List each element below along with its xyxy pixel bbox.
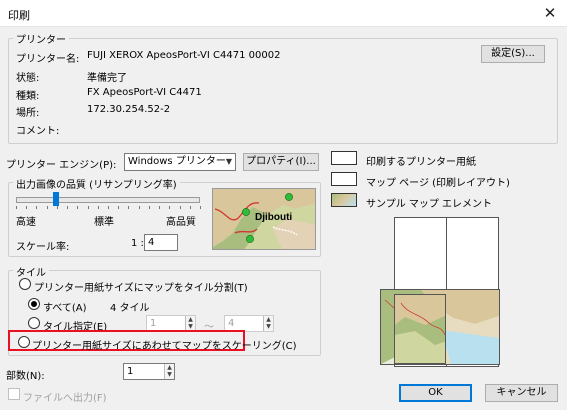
printer-name-value: FUJI XEROX ApeosPort-VI C4471 00002 (87, 50, 281, 61)
map-preview-image: Djibouti (213, 189, 315, 249)
window-title: 印刷 (8, 9, 30, 22)
close-icon[interactable]: ✕ (541, 3, 559, 23)
slider-tick (46, 206, 48, 209)
type-label: 種類: (16, 91, 40, 102)
range-to-spinner: ▲ ▼ (263, 316, 273, 331)
printer-settings-button[interactable]: 設定(S)... (481, 45, 545, 63)
cancel-button[interactable]: キャンセル (485, 384, 558, 402)
title-bar: 印刷 ✕ (0, 0, 567, 27)
tile-group-label: タイル (13, 264, 49, 279)
map-preview: Djibouti (212, 188, 316, 250)
scale-to-paper-label[interactable]: プリンター用紙サイズにあわせてマップをスケーリング(C) (32, 337, 297, 352)
paper-preview-sheet-1 (394, 217, 447, 291)
slider-tick (189, 206, 191, 209)
slider-tick (108, 206, 109, 209)
slider-tick (128, 206, 130, 209)
location-label: 場所: (16, 108, 40, 119)
quality-low-label: 高速 (16, 217, 36, 228)
tile-range-to-value: 4 (228, 318, 235, 329)
tile-map-label[interactable]: プリンター用紙サイズにマップをタイル分割(T) (34, 279, 248, 294)
scale-input[interactable]: 4 (144, 234, 178, 251)
slider-tick (36, 206, 38, 209)
slider-tick (179, 206, 181, 209)
quality-group-label: 出力画像の品質 (リサンプリング率) (13, 176, 180, 191)
slider-tick (169, 206, 171, 209)
print-to-file-checkbox[interactable] (8, 388, 20, 400)
tile-range-radio[interactable] (28, 317, 40, 329)
copies-input[interactable]: 1 ▲ ▼ (123, 363, 175, 380)
printer-engine-value: Windows プリンター (128, 156, 226, 167)
quality-slider-track[interactable] (16, 197, 200, 203)
tile-all-count: 4 タイル (110, 303, 150, 314)
copies-value: 1 (127, 366, 134, 377)
slider-tick (26, 206, 28, 209)
sample-map-overlap (394, 294, 446, 364)
ok-button[interactable]: OK (399, 384, 472, 402)
tile-all-label[interactable]: すべて(A) (43, 299, 87, 314)
sample-map-swatch (331, 193, 357, 207)
type-value: FX ApeosPort-VI C4471 (87, 87, 202, 98)
slider-tick (87, 206, 89, 209)
tile-range-from-value: 1 (150, 318, 157, 329)
scale-to-paper-radio[interactable] (18, 336, 30, 348)
scale-label: スケール率: (16, 242, 70, 253)
printer-paper-legend: 印刷するプリンター用紙 (366, 157, 476, 168)
slider-tick (138, 206, 140, 209)
range-from-spinner: ▲ ▼ (185, 316, 195, 331)
scale-prefix: 1 : (131, 238, 144, 249)
quality-mid-label: 標準 (94, 217, 114, 228)
slider-tick (77, 206, 79, 209)
status-label: 状態: (16, 73, 40, 84)
sample-map-detail (395, 295, 445, 363)
quality-high-label: 高品質 (166, 217, 196, 228)
slider-tick (118, 206, 120, 209)
printer-engine-select[interactable]: Windows プリンター ▼ (124, 153, 236, 171)
printer-paper-swatch (331, 151, 357, 165)
properties-button[interactable]: プロパティ(I)... (243, 153, 319, 171)
slider-tick (67, 206, 69, 209)
map-preview-label: Djibouti (255, 212, 292, 223)
slider-tick (200, 206, 201, 209)
slider-tick (97, 206, 99, 209)
printer-group-label: プリンター (13, 31, 69, 46)
slider-tick (56, 206, 58, 209)
paper-preview-sheet-2 (446, 217, 499, 291)
printer-name-label: プリンター名: (16, 54, 80, 65)
copies-spinner[interactable]: ▲ ▼ (164, 364, 174, 379)
status-value: 準備完了 (87, 73, 127, 84)
quality-slider-thumb[interactable] (53, 192, 60, 206)
comment-label: コメント: (16, 126, 60, 137)
tile-map-radio[interactable] (19, 278, 31, 290)
quality-slider-ticks (16, 206, 201, 210)
sample-map-legend: サンプル マップ エレメント (366, 199, 493, 210)
print-to-file-label[interactable]: ファイルへ出力(F) (23, 389, 107, 404)
map-page-swatch (331, 172, 357, 186)
map-page-legend: マップ ページ (印刷レイアウト) (366, 178, 510, 189)
copies-label: 部数(N): (6, 371, 45, 382)
printer-engine-label: プリンター エンジン(P): (6, 160, 117, 171)
slider-tick (148, 206, 150, 209)
tile-all-radio[interactable] (28, 298, 40, 310)
location-value: 172.30.254.52-2 (87, 104, 171, 115)
chevron-down-icon: ▼ (225, 157, 232, 166)
slider-tick (159, 206, 161, 209)
slider-tick (16, 206, 17, 209)
